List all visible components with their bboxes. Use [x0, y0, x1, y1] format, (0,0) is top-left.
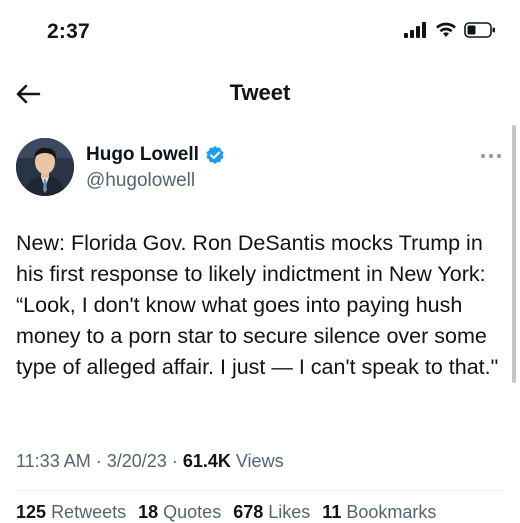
- scrollbar[interactable]: [512, 125, 516, 383]
- battery-icon: [464, 22, 495, 38]
- wifi-icon: [436, 22, 456, 37]
- more-options-icon: [481, 154, 501, 158]
- author-name[interactable]: Hugo Lowell: [86, 144, 199, 166]
- retweets-label: Retweets: [51, 502, 127, 522]
- divider: [16, 490, 504, 491]
- likes-label: Likes: [268, 502, 311, 522]
- bookmarks-label: Bookmarks: [346, 502, 437, 522]
- status-icons: [404, 22, 496, 38]
- author-handle[interactable]: @hugolowell: [86, 170, 195, 192]
- author-name-row: Hugo Lowell: [86, 144, 225, 166]
- likes-count: 678: [233, 502, 264, 522]
- quotes-count: 18: [138, 502, 159, 522]
- tweet-time[interactable]: 11:33 AM: [16, 451, 91, 471]
- quotes-label: Quotes: [163, 502, 222, 522]
- tweet-meta: 11:33 AM · 3/20/23 · 61.4K Views: [16, 451, 284, 472]
- tweet-author: Hugo Lowell @hugolowell: [16, 138, 504, 202]
- verified-badge-icon: [206, 146, 224, 164]
- tweet-date[interactable]: 3/20/23: [107, 451, 167, 471]
- status-time: 2:37: [47, 20, 90, 43]
- avatar[interactable]: [16, 138, 74, 196]
- nav-bar: Tweet: [0, 66, 520, 122]
- meta-separator: ·: [95, 451, 107, 471]
- more-options-button[interactable]: [480, 146, 502, 164]
- bookmarks-count: 11: [322, 502, 342, 522]
- tweet-text: New: Florida Gov. Ron DeSantis mocks Tru…: [16, 231, 499, 379]
- retweets-count: 125: [16, 502, 47, 522]
- views-count: 61.4K: [182, 451, 231, 471]
- meta-separator: ·: [171, 451, 183, 471]
- cellular-signal-icon: [404, 22, 426, 38]
- page-title: Tweet: [229, 80, 291, 105]
- views-label: Views: [235, 451, 284, 471]
- status-bar: 2:37: [0, 0, 520, 66]
- profile-photo: [16, 138, 74, 196]
